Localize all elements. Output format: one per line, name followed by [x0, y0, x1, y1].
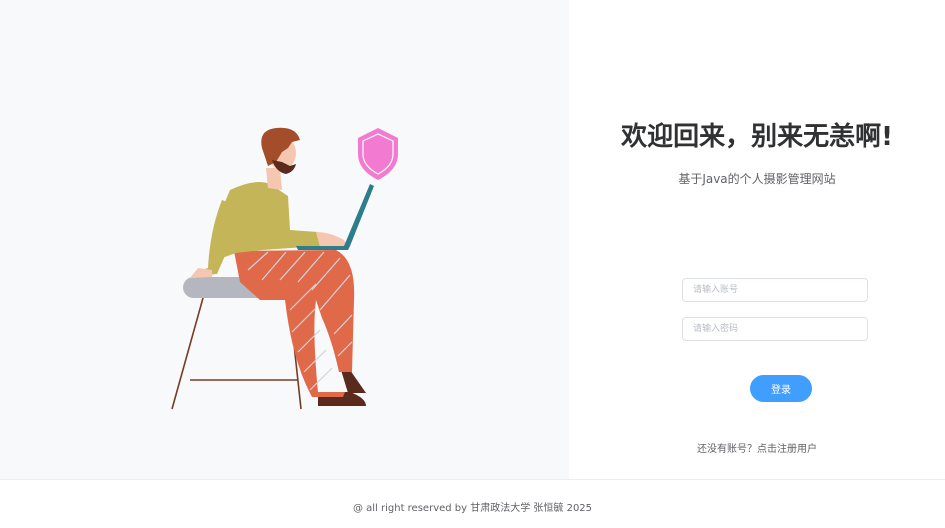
shield-icon [358, 128, 398, 180]
person-pants [234, 250, 355, 397]
register-link[interactable]: 还没有账号？点击注册用户 [569, 440, 945, 455]
password-input[interactable] [682, 317, 868, 341]
account-input[interactable] [682, 278, 868, 302]
laptop-base [296, 246, 350, 250]
stool-legs [171, 297, 302, 410]
welcome-subtitle: 基于Java的个人摄影管理网站 [678, 172, 836, 186]
login-button[interactable]: 登录 [750, 375, 812, 402]
laptop-screen [344, 184, 374, 246]
welcome-title: 欢迎回来，别来无恙啊! [621, 122, 893, 152]
footer: @ all right reserved by 甘肃政法大学 张恒毓 2025 [0, 479, 945, 528]
footer-copyright: @ all right reserved by 甘肃政法大学 张恒毓 2025 [352, 503, 593, 514]
illustration-panel [0, 0, 569, 479]
login-form-panel: 欢迎回来，别来无恙啊! 基于Java的个人摄影管理网站 登录 还没有账号？点击注… [569, 0, 945, 479]
person-neck [266, 168, 282, 190]
login-page: 欢迎回来，别来无恙啊! 基于Java的个人摄影管理网站 登录 还没有账号？点击注… [0, 0, 945, 528]
person-with-laptop-illustration [171, 127, 398, 410]
person-back-foot [341, 370, 366, 393]
person-front-hand [316, 232, 348, 247]
